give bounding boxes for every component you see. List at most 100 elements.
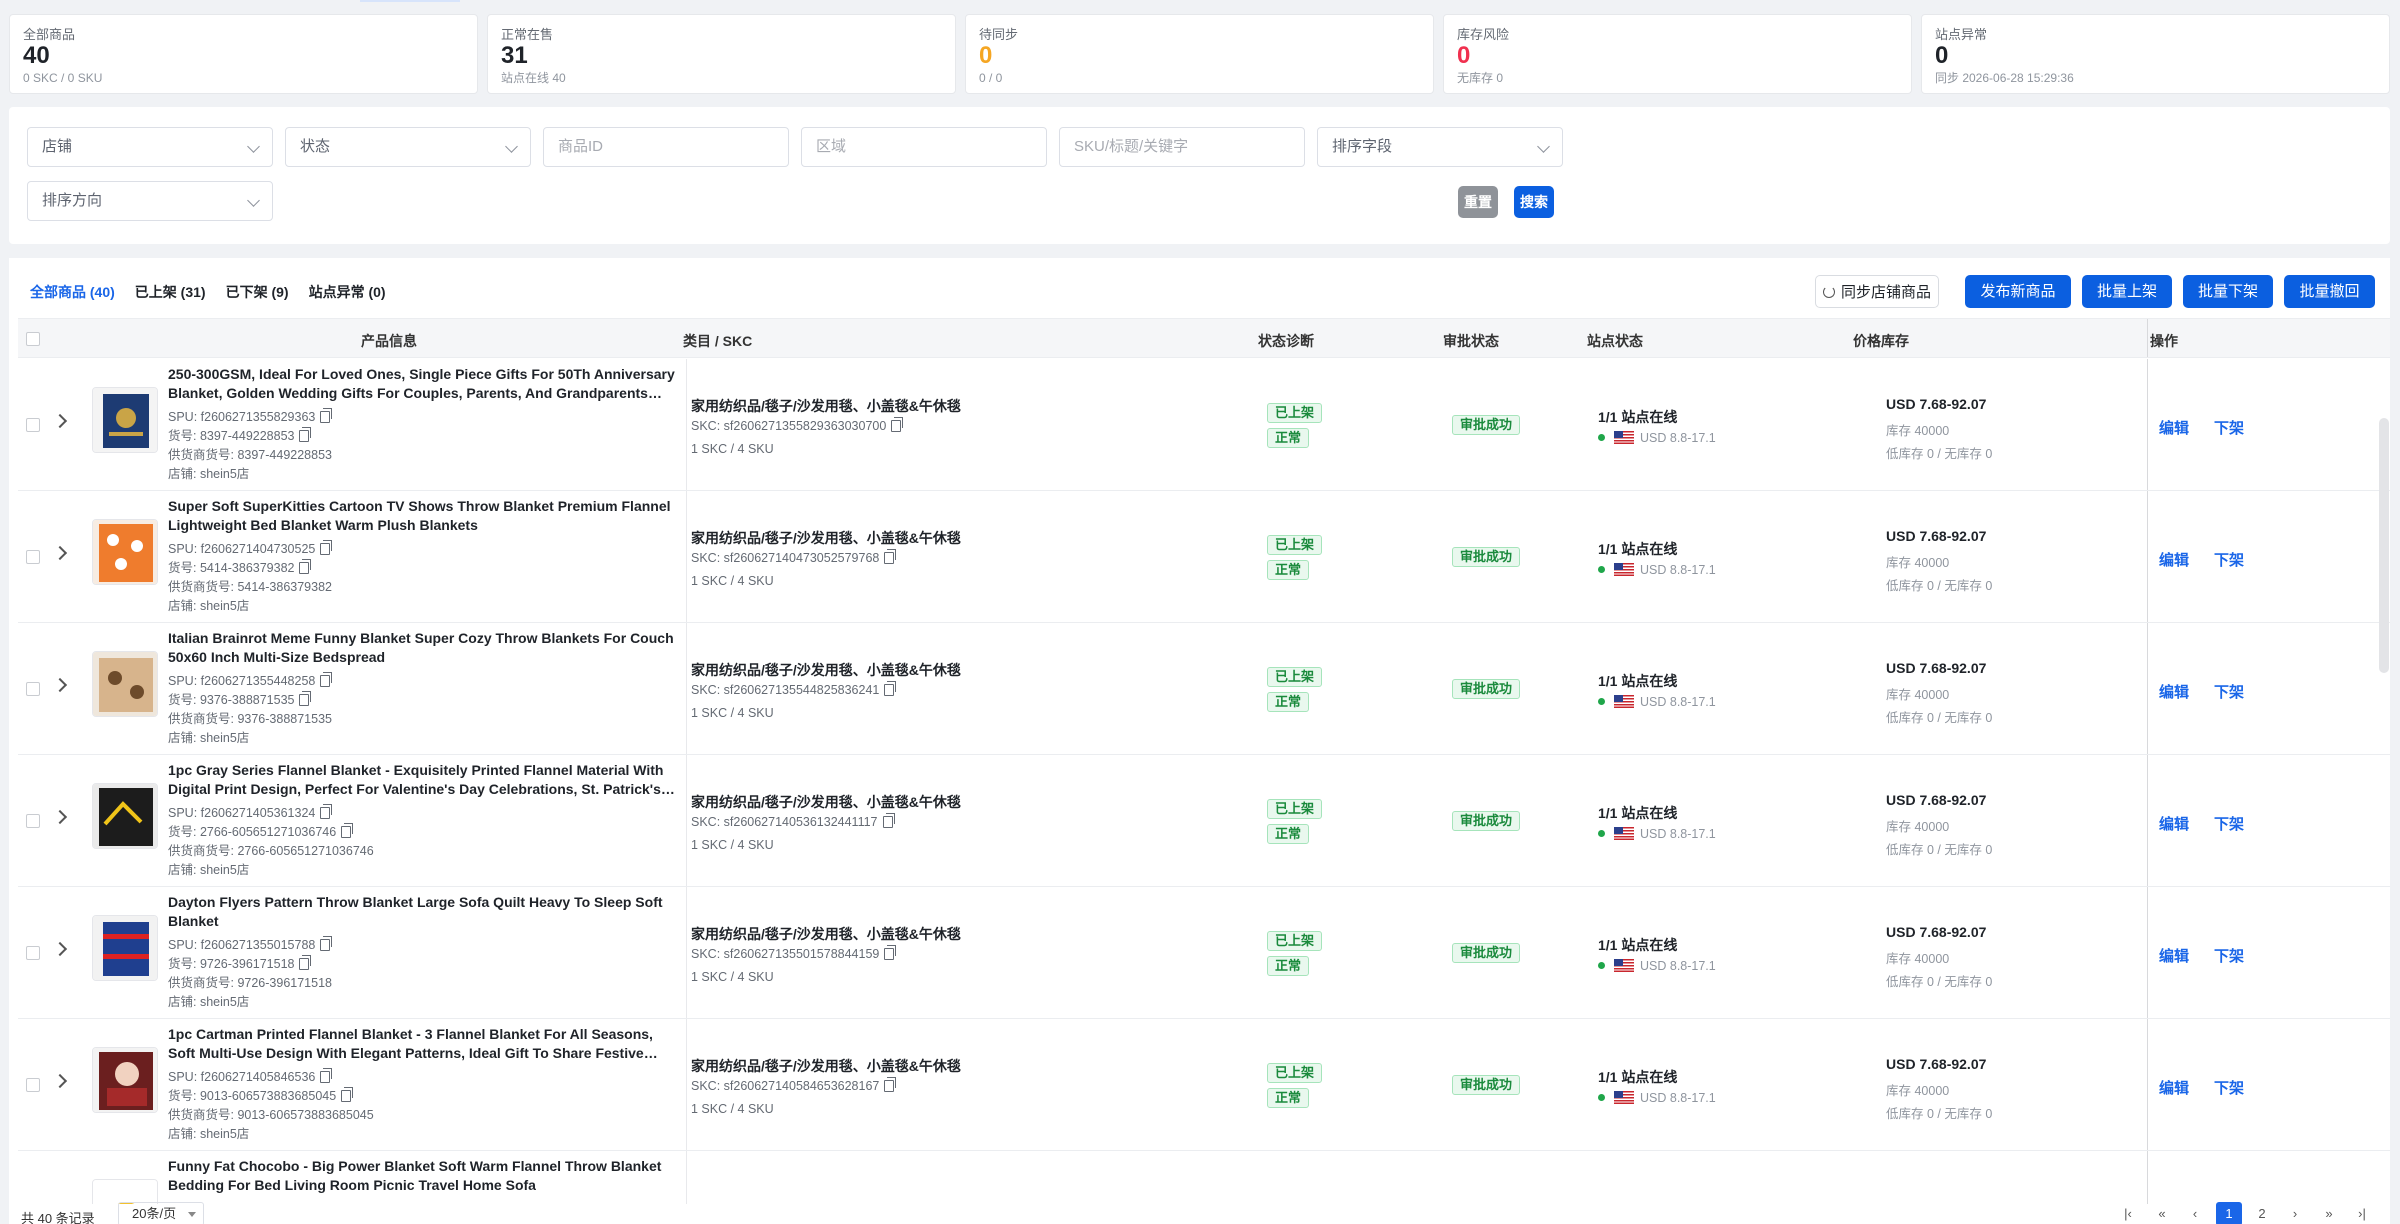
site-price: USD 8.8-17.1 bbox=[1598, 959, 1716, 973]
select-all-checkbox[interactable] bbox=[26, 332, 40, 346]
page-2-button[interactable]: 2 bbox=[2249, 1202, 2275, 1224]
product-title[interactable]: 1pc Gray Series Flannel Blanket - Exquis… bbox=[168, 761, 678, 799]
product-title[interactable]: Funny Fat Chocobo - Big Power Blanket So… bbox=[168, 1157, 678, 1195]
stat-subtext: 站点在线 40 bbox=[501, 71, 566, 85]
row-checkbox[interactable] bbox=[26, 550, 40, 564]
row-checkbox[interactable] bbox=[26, 1078, 40, 1092]
copy-icon[interactable] bbox=[884, 681, 897, 696]
first-page-icon[interactable]: |‹ bbox=[2115, 1202, 2141, 1224]
bulk-withdraw-button[interactable]: 批量撤回 bbox=[2284, 275, 2375, 308]
edit-link[interactable]: 编辑 bbox=[2159, 813, 2189, 834]
copy-icon[interactable] bbox=[341, 1087, 354, 1102]
row-checkbox[interactable] bbox=[26, 418, 40, 432]
copy-icon[interactable] bbox=[299, 955, 312, 970]
copy-icon[interactable] bbox=[299, 427, 312, 442]
product-title[interactable]: Super Soft SuperKitties Cartoon TV Shows… bbox=[168, 497, 678, 535]
copy-icon[interactable] bbox=[320, 804, 333, 819]
copy-icon[interactable] bbox=[299, 691, 312, 706]
row-checkbox[interactable] bbox=[26, 814, 40, 828]
chevron-right-icon[interactable] bbox=[52, 1073, 68, 1089]
keyword-input[interactable]: SKU/标题/关键字 bbox=[1059, 127, 1305, 167]
copy-icon[interactable] bbox=[320, 936, 333, 951]
copy-icon[interactable] bbox=[299, 559, 312, 574]
edit-link[interactable]: 编辑 bbox=[2159, 417, 2189, 438]
search-button[interactable]: 搜索 bbox=[1514, 186, 1554, 218]
tab-0[interactable]: 全部商品 (40) bbox=[30, 282, 115, 302]
site-price-text: USD 8.8-17.1 bbox=[1640, 563, 1716, 577]
chevron-right-icon[interactable] bbox=[52, 809, 68, 825]
copy-icon[interactable] bbox=[341, 823, 354, 838]
delist-link[interactable]: 下架 bbox=[2214, 417, 2244, 438]
store-select[interactable]: 店铺 bbox=[27, 127, 273, 167]
next-page-icon[interactable]: › bbox=[2282, 1202, 2308, 1224]
copy-icon[interactable] bbox=[320, 408, 333, 423]
product-title[interactable]: 1pc Cartman Printed Flannel Blanket - 3 … bbox=[168, 1025, 678, 1063]
prev-page-icon[interactable]: ‹ bbox=[2182, 1202, 2208, 1224]
approval-status-badge: 审批成功 bbox=[1452, 415, 1521, 435]
delist-link[interactable]: 下架 bbox=[2214, 1077, 2244, 1098]
copy-icon[interactable] bbox=[884, 1077, 897, 1092]
col-price: 价格库存 bbox=[1853, 333, 1909, 349]
reset-button[interactable]: 重置 bbox=[1458, 186, 1498, 218]
approval-status-badge: 审批成功 bbox=[1452, 1075, 1521, 1095]
product-spu: SPU: f2606271355448258 bbox=[168, 672, 333, 689]
product-title[interactable]: 250-300GSM, Ideal For Loved Ones, Single… bbox=[168, 365, 678, 403]
product-thumbnail bbox=[92, 519, 158, 585]
delist-link[interactable]: 下架 bbox=[2214, 681, 2244, 702]
chevron-right-icon[interactable] bbox=[52, 941, 68, 957]
copy-icon[interactable] bbox=[320, 672, 333, 687]
column-divider bbox=[686, 1019, 687, 1150]
row-checkbox[interactable] bbox=[26, 682, 40, 696]
last-page-icon[interactable]: ›| bbox=[2349, 1202, 2375, 1224]
product-title[interactable]: Italian Brainrot Meme Funny Blanket Supe… bbox=[168, 629, 678, 667]
reset-button-label: 重置 bbox=[1464, 194, 1492, 210]
table-row: Funny Fat Chocobo - Big Power Blanket So… bbox=[18, 1151, 2390, 1204]
edit-link[interactable]: 编辑 bbox=[2159, 1077, 2189, 1098]
copy-icon[interactable] bbox=[320, 540, 333, 555]
page-1-button[interactable]: 1 bbox=[2216, 1202, 2242, 1224]
bulk-delist-button[interactable]: 批量下架 bbox=[2183, 275, 2273, 308]
tab-2[interactable]: 已下架 (9) bbox=[226, 282, 289, 302]
edit-link[interactable]: 编辑 bbox=[2159, 681, 2189, 702]
fixed-col-divider bbox=[2147, 887, 2148, 1018]
chevron-right-icon[interactable] bbox=[52, 413, 68, 429]
vertical-scrollbar[interactable] bbox=[2379, 418, 2389, 673]
sort-direction-select[interactable]: 排序方向 bbox=[27, 181, 273, 221]
copy-icon[interactable] bbox=[891, 417, 904, 432]
product-id-input[interactable]: 商品ID bbox=[543, 127, 789, 167]
health-status-badge: 正常 bbox=[1267, 560, 1310, 580]
chevron-right-icon[interactable] bbox=[52, 677, 68, 693]
tab-3[interactable]: 站点异常 (0) bbox=[309, 282, 386, 302]
stock-risk: 低库存 0 / 无库存 0 bbox=[1886, 1107, 1993, 1121]
site-price-text: USD 8.8-17.1 bbox=[1640, 959, 1716, 973]
spu-text: SPU: f2606271355829363 bbox=[168, 410, 316, 424]
sort-field-select[interactable]: 排序字段 bbox=[1317, 127, 1563, 167]
product-item-no: 货号: 9013-606573883685045 bbox=[168, 1087, 354, 1104]
delist-link[interactable]: 下架 bbox=[2214, 945, 2244, 966]
copy-icon[interactable] bbox=[320, 1068, 333, 1083]
status-select[interactable]: 状态 bbox=[285, 127, 531, 167]
stat-value: 0 bbox=[1935, 42, 1949, 69]
copy-icon[interactable] bbox=[882, 813, 895, 828]
product-spu: SPU: f2606271355015788 bbox=[168, 936, 333, 953]
publish-product-button[interactable]: 发布新商品 bbox=[1965, 275, 2071, 308]
sync-store-products-button[interactable]: 同步店铺商品 bbox=[1815, 275, 1939, 308]
delist-link[interactable]: 下架 bbox=[2214, 813, 2244, 834]
site-price: USD 8.8-17.1 bbox=[1598, 1091, 1716, 1105]
delist-link[interactable]: 下架 bbox=[2214, 549, 2244, 570]
col-site: 站点状态 bbox=[1587, 333, 1643, 349]
prev-group-icon[interactable]: « bbox=[2149, 1202, 2175, 1224]
copy-icon[interactable] bbox=[884, 549, 897, 564]
next-group-icon[interactable]: » bbox=[2316, 1202, 2342, 1224]
tab-1[interactable]: 已上架 (31) bbox=[135, 282, 206, 302]
page-size-select[interactable]: 20条/页 bbox=[118, 1202, 204, 1224]
chevron-right-icon[interactable] bbox=[52, 545, 68, 561]
region-input[interactable]: 区域 bbox=[801, 127, 1047, 167]
copy-icon[interactable] bbox=[884, 945, 897, 960]
bulk-list-button[interactable]: 批量上架 bbox=[2082, 275, 2172, 308]
edit-link[interactable]: 编辑 bbox=[2159, 549, 2189, 570]
row-checkbox[interactable] bbox=[26, 946, 40, 960]
health-status-badge: 正常 bbox=[1267, 428, 1310, 448]
edit-link[interactable]: 编辑 bbox=[2159, 945, 2189, 966]
product-title[interactable]: Dayton Flyers Pattern Throw Blanket Larg… bbox=[168, 893, 678, 931]
